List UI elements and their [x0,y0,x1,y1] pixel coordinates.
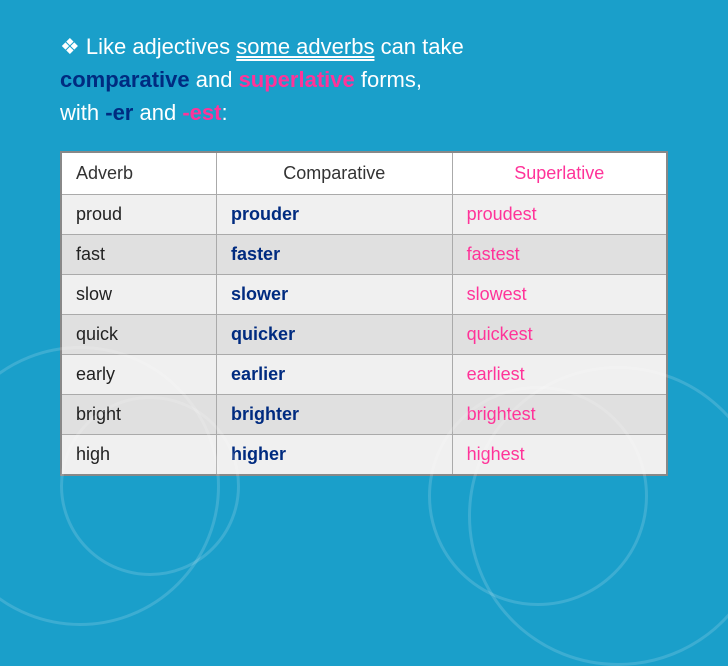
comparative-word: comparative [60,67,190,92]
some-adverbs-highlight: some adverbs [236,34,374,59]
cell-1-0: fast [61,235,217,275]
cell-3-2: quickest [452,315,667,355]
cell-0-0: proud [61,195,217,235]
cell-5-1: brighter [217,395,453,435]
table-row: fastfasterfastest [61,235,667,275]
cell-0-1: prouder [217,195,453,235]
cell-6-1: higher [217,435,453,476]
intro-line1-after: can take [374,34,463,59]
cell-2-1: slower [217,275,453,315]
intro-line3-colon: : [221,100,227,125]
intro-line3-middle: and [133,100,182,125]
table-header: Adverb Comparative Superlative [61,152,667,195]
intro-line3-before: with [60,100,105,125]
cell-6-2: highest [452,435,667,476]
cell-3-0: quick [61,315,217,355]
table-row: brightbrighterbrightest [61,395,667,435]
table-row: proudprouderproudest [61,195,667,235]
cell-6-0: high [61,435,217,476]
diamond-bullet: ❖ [60,34,86,59]
table-body: proudprouderproudestfastfasterfastestslo… [61,195,667,476]
cell-4-1: earlier [217,355,453,395]
intro-line2-middle: and [190,67,239,92]
cell-3-1: quicker [217,315,453,355]
header-adverb: Adverb [61,152,217,195]
cell-0-2: proudest [452,195,667,235]
cell-2-2: slowest [452,275,667,315]
cell-5-0: bright [61,395,217,435]
table-row: quickquickerquickest [61,315,667,355]
content-area: ❖ Like adjectives some adverbs can take … [0,0,728,496]
cell-4-0: early [61,355,217,395]
superlative-word: superlative [239,67,355,92]
header-superlative: Superlative [452,152,667,195]
table-row: slowslowerslowest [61,275,667,315]
table-row: highhigherhighest [61,435,667,476]
header-comparative: Comparative [217,152,453,195]
er-suffix: -er [105,100,133,125]
cell-5-2: brightest [452,395,667,435]
cell-2-0: slow [61,275,217,315]
intro-line2-after: forms, [355,67,422,92]
adverb-table: Adverb Comparative Superlative proudprou… [60,151,668,476]
cell-1-1: faster [217,235,453,275]
cell-4-2: earliest [452,355,667,395]
intro-line1-before: Like adjectives [86,34,236,59]
cell-1-2: fastest [452,235,667,275]
est-suffix: -est [182,100,221,125]
header-row: Adverb Comparative Superlative [61,152,667,195]
intro-text: ❖ Like adjectives some adverbs can take … [60,30,668,129]
table-row: earlyearlierearliest [61,355,667,395]
